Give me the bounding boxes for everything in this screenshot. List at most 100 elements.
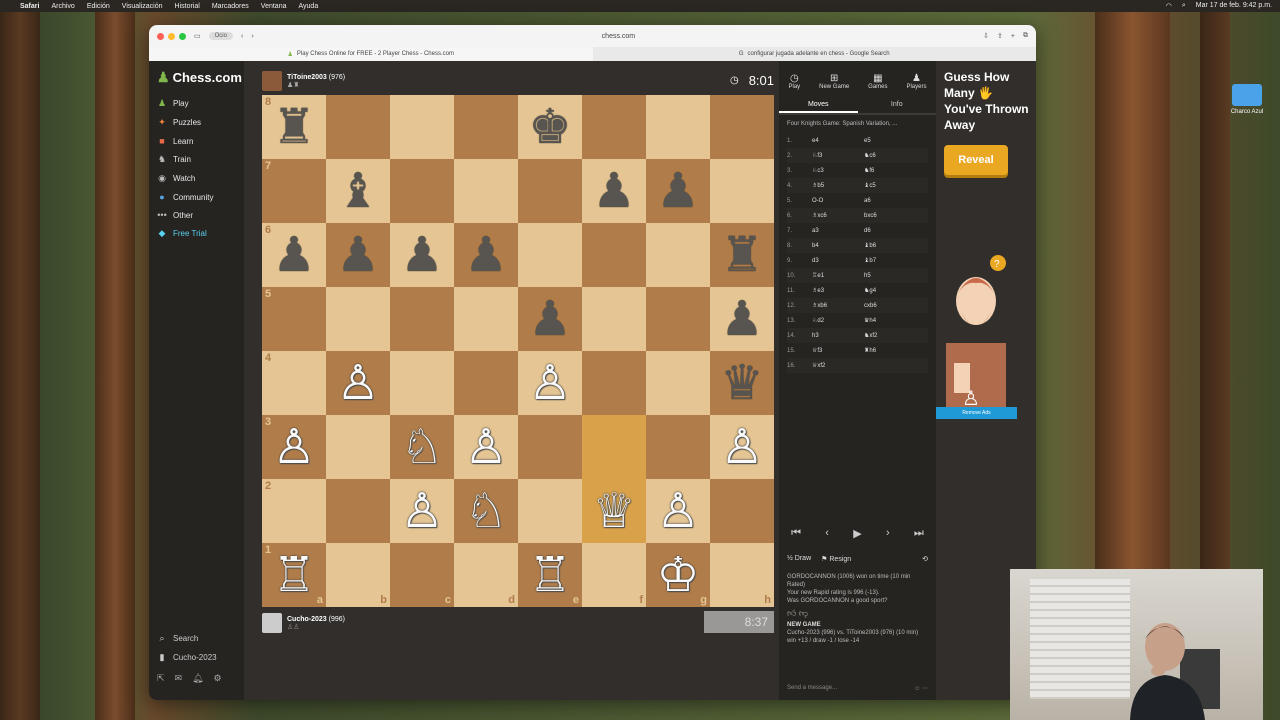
flip-board-icon[interactable]: ⟲ [922, 555, 928, 563]
square-c7[interactable] [390, 159, 454, 223]
square-e7[interactable] [518, 159, 582, 223]
square-h8[interactable] [710, 95, 774, 159]
sidebar-item-other[interactable]: ••• Other [149, 206, 244, 224]
square-c6[interactable]: ♟ [390, 223, 454, 287]
white-move[interactable]: ♘f3 [812, 152, 864, 159]
tab-players[interactable]: ♟ Players [906, 73, 926, 90]
black-move[interactable]: ♛h4 [864, 317, 914, 324]
square-b5[interactable] [326, 287, 390, 351]
white-move[interactable]: ♗e3 [812, 287, 864, 294]
black-pawn-piece[interactable]: ♟ [272, 231, 315, 279]
square-c5[interactable] [390, 287, 454, 351]
square-a8[interactable]: 8 ♜ [262, 95, 326, 159]
white-move[interactable]: ♗b5 [812, 182, 864, 189]
square-e6[interactable] [518, 223, 582, 287]
tab-chess[interactable]: ♟ Play Chess Online for FREE - 2 Player … [149, 47, 593, 61]
black-move[interactable]: ♝b6 [864, 242, 914, 249]
square-e1[interactable]: e ♖ [518, 543, 582, 607]
chess-board[interactable]: 8 ♜ ♚ 7 ♝ ♟ ♟ 6 ♟ ♟ ♟ ♟ ♜ 5 ♟ ♟ 4 ♙ ♙ ♛ 3 ♙ ♘ ♙ ♙ 2 ♙ ♘ ♕ ♙ 1 a ♖ b c d e ♖ f g… [262, 95, 774, 607]
white-pawn-piece[interactable]: ♙ [464, 423, 507, 471]
white-pawn-piece[interactable]: ♙ [528, 359, 571, 407]
square-a4[interactable]: 4 [262, 351, 326, 415]
square-a7[interactable]: 7 [262, 159, 326, 223]
ad-title[interactable]: Guess How Many 🖐 You've Thrown Away [944, 69, 1030, 133]
download-icon[interactable]: ⇩ [983, 32, 989, 40]
black-move[interactable]: bxc6 [864, 213, 914, 219]
white-pawn-piece[interactable]: ♙ [272, 423, 315, 471]
black-move[interactable]: ♝b7 [864, 257, 914, 264]
draw-button[interactable]: ½ Draw [787, 555, 811, 563]
sidebar-item-community[interactable]: ● Community [149, 188, 244, 206]
sidebar-user[interactable]: ▮ Cucho-2023 [149, 648, 244, 667]
square-f2[interactable]: ♕ [582, 479, 646, 543]
profile-pill[interactable]: Ocio [208, 32, 233, 40]
sidebar-item-train[interactable]: ♞ Train [149, 150, 244, 169]
white-move[interactable]: ♗xc6 [812, 212, 864, 219]
black-rook-piece[interactable]: ♜ [720, 231, 763, 279]
subtab-info[interactable]: Info [858, 97, 937, 113]
menu-item-archivo[interactable]: Archivo [51, 3, 74, 10]
square-h1[interactable]: h [710, 543, 774, 607]
messages-icon[interactable]: ✉ [175, 673, 183, 684]
white-knight-piece[interactable]: ♘ [400, 423, 443, 471]
menu-item-historial[interactable]: Historial [175, 3, 200, 10]
white-pawn-piece[interactable]: ♙ [656, 487, 699, 535]
menu-item-visualizacion[interactable]: Visualización [122, 3, 163, 10]
square-d8[interactable] [454, 95, 518, 159]
white-move[interactable]: ♕xf2 [812, 362, 864, 369]
settings-icon[interactable]: ⚙ [214, 673, 222, 684]
black-pawn-piece[interactable]: ♟ [464, 231, 507, 279]
remove-ads-button[interactable]: Remove Ads [936, 407, 1017, 419]
menu-item-ventana[interactable]: Ventana [261, 3, 287, 10]
square-c1[interactable]: c [390, 543, 454, 607]
white-move[interactable]: ♘d2 [812, 317, 864, 324]
chesscom-logo[interactable]: ♟ Chess.com [149, 69, 244, 94]
square-a2[interactable]: 2 [262, 479, 326, 543]
square-d2[interactable]: ♘ [454, 479, 518, 543]
black-pawn-piece[interactable]: ♟ [528, 295, 571, 343]
black-move[interactable]: ♞c6 [864, 152, 914, 159]
square-f1[interactable]: f [582, 543, 646, 607]
subtab-moves[interactable]: Moves [779, 97, 858, 113]
white-rook-piece[interactable]: ♖ [272, 551, 315, 599]
black-move[interactable]: d6 [864, 228, 914, 234]
black-pawn-piece[interactable]: ♟ [656, 167, 699, 215]
black-king-piece[interactable]: ♚ [528, 103, 571, 151]
thumbs-down-icon[interactable]: 👎︎ [799, 608, 808, 618]
square-h7[interactable] [710, 159, 774, 223]
my-name[interactable]: Cucho-2023 [287, 616, 327, 623]
tab-google[interactable]: G configurar jugada adelante en chess - … [593, 47, 1037, 61]
square-h5[interactable]: ♟ [710, 287, 774, 351]
black-move[interactable]: cxb6 [864, 303, 914, 309]
menu-app[interactable]: Safari [20, 3, 39, 10]
square-e8[interactable]: ♚ [518, 95, 582, 159]
back-icon[interactable]: ‹ [241, 33, 243, 40]
square-b2[interactable] [326, 479, 390, 543]
sidebar-item-watch[interactable]: ◉ Watch [149, 169, 244, 188]
square-f3[interactable] [582, 415, 646, 479]
white-move[interactable]: d3 [812, 258, 864, 264]
white-rook-piece[interactable]: ♖ [528, 551, 571, 599]
square-h4[interactable]: ♛ [710, 351, 774, 415]
my-avatar[interactable] [262, 613, 282, 633]
share-icon[interactable]: ⇪ [997, 32, 1003, 40]
first-move-icon[interactable]: ⏮ [791, 527, 801, 540]
square-b4[interactable]: ♙ [326, 351, 390, 415]
reveal-button[interactable]: Reveal [944, 145, 1008, 175]
square-f7[interactable]: ♟ [582, 159, 646, 223]
black-move[interactable]: ♜h6 [864, 347, 914, 354]
sidebar-item-puzzles[interactable]: ✦ Puzzles [149, 113, 244, 132]
white-move[interactable]: a3 [812, 228, 864, 234]
square-g4[interactable] [646, 351, 710, 415]
sidebar-item-free-trial[interactable]: ◆ Free Trial [149, 224, 244, 243]
opponent-name[interactable]: TiToine2003 [287, 74, 327, 81]
new-tab-icon[interactable]: + [1011, 33, 1015, 40]
square-d4[interactable] [454, 351, 518, 415]
close-window-button[interactable] [157, 32, 164, 40]
square-b7[interactable]: ♝ [326, 159, 390, 223]
white-queen-piece[interactable]: ♕ [592, 487, 635, 535]
play-moves-icon[interactable]: ▶ [853, 527, 861, 540]
black-pawn-piece[interactable]: ♟ [336, 231, 379, 279]
opening-name[interactable]: Four Knights Game: Spanish Variation, ..… [779, 115, 936, 133]
collapse-icon[interactable]: ⇱ [157, 673, 165, 684]
